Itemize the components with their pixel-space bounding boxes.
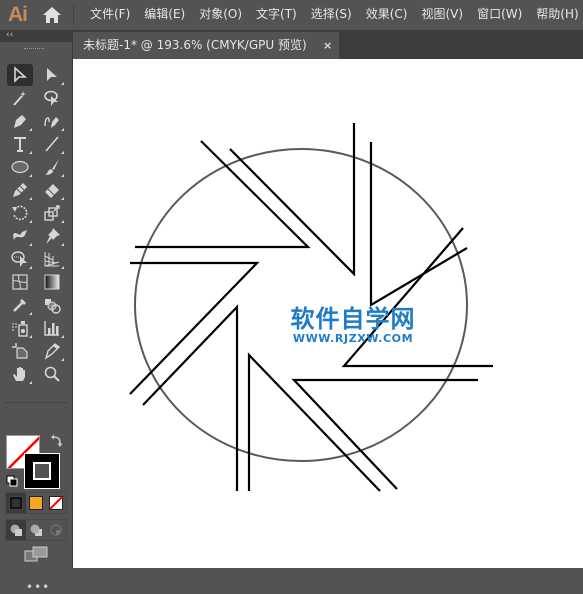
blade-line[interactable]	[135, 140, 311, 249]
blade-line[interactable]	[291, 378, 478, 490]
more-tools-button[interactable]: •••	[26, 580, 50, 594]
blade-line[interactable]	[341, 227, 493, 368]
blade-line[interactable]	[247, 352, 381, 492]
blade-line[interactable]	[229, 123, 356, 277]
watermark-url: WWW.RJZXW.COM	[292, 332, 414, 345]
watermark: 软件自学网 WWW.RJZXW.COM	[278, 306, 428, 345]
watermark-title: 软件自学网	[290, 305, 416, 333]
blade-line[interactable]	[142, 304, 239, 491]
artwork	[129, 123, 493, 492]
